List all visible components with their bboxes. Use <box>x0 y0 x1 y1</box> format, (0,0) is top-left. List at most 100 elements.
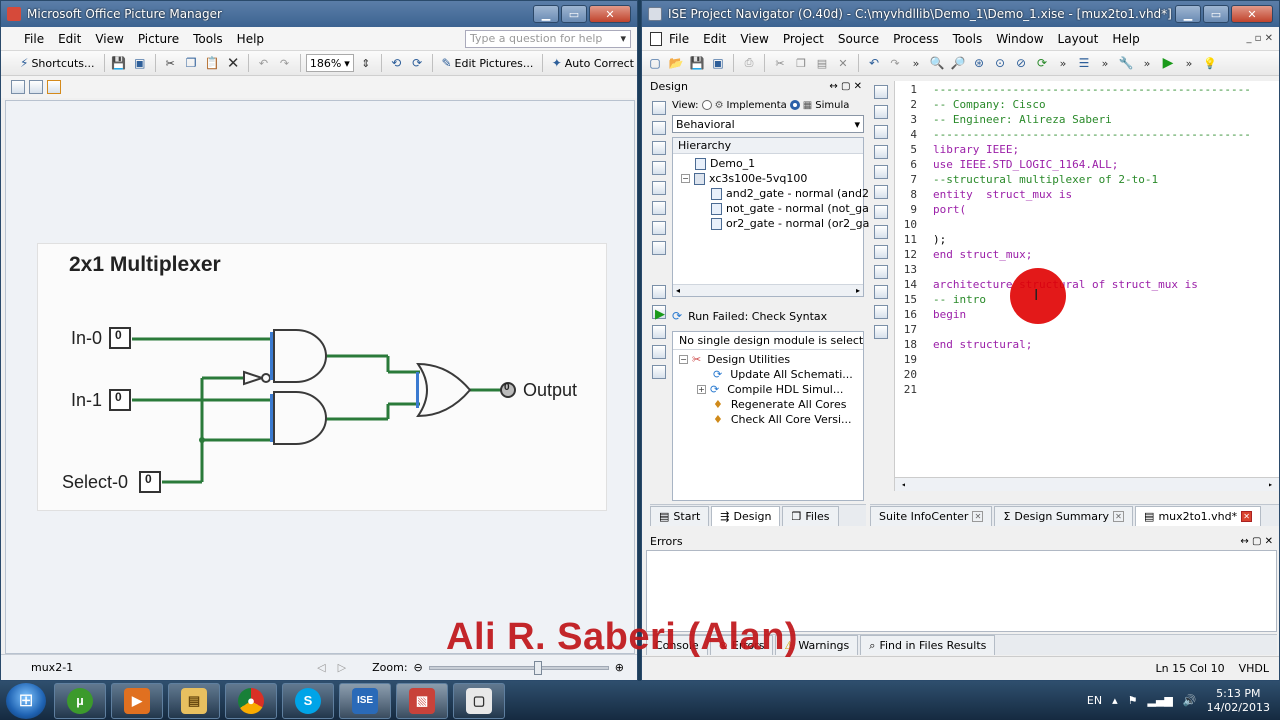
toolbar-overflow-icon[interactable]: » <box>1138 54 1156 72</box>
run-icon[interactable]: ▶ <box>1159 54 1177 72</box>
menu-item-source[interactable]: Source <box>831 32 886 46</box>
toolbar-overflow-icon[interactable]: » <box>1180 54 1198 72</box>
zoom-in-icon[interactable]: ⊕ <box>615 661 624 674</box>
radio-implementation[interactable] <box>701 100 712 110</box>
design-tool-icon[interactable] <box>652 141 666 155</box>
start-button[interactable]: ⊞ <box>6 682 46 719</box>
new-file-icon[interactable]: ▢ <box>646 54 664 72</box>
code-line[interactable]: 18 end structural; <box>895 337 1279 352</box>
design-tool-icon[interactable] <box>652 365 666 379</box>
tab-design-summary[interactable]: Σ Design Summary ✕ <box>994 506 1134 526</box>
design-tool-icon[interactable] <box>652 325 666 339</box>
close-tab-icon[interactable]: ✕ <box>1113 511 1125 522</box>
design-tool-icon[interactable] <box>652 121 666 135</box>
editor-tool-icon[interactable] <box>874 125 888 139</box>
thumbnail-view-icon[interactable] <box>11 80 25 94</box>
cut-icon[interactable]: ✂ <box>771 54 789 72</box>
taskbar-utorrent[interactable]: µ <box>54 682 106 719</box>
editor-tool-icon[interactable] <box>874 165 888 179</box>
copy-icon[interactable]: ❐ <box>182 54 200 72</box>
zoom-out-icon[interactable]: 🔎 <box>949 54 967 72</box>
menu-item-file[interactable]: File <box>662 32 696 46</box>
rotate-left-icon[interactable]: ⟲ <box>387 54 405 72</box>
next-picture-icon[interactable]: ▷ <box>338 661 346 674</box>
taskbar-explorer[interactable]: ▤ <box>168 682 220 719</box>
code-line[interactable]: 21 <box>895 382 1279 397</box>
tab-mux2to1[interactable]: ▤ mux2to1.vhd* ✕ <box>1135 506 1262 526</box>
code-editor[interactable]: 1 ---------------------------------------… <box>894 81 1279 491</box>
zoom-slider[interactable] <box>428 660 609 675</box>
menu-item-view[interactable]: View <box>733 32 775 46</box>
radio-simulation[interactable] <box>789 100 800 110</box>
code-line[interactable]: 16 begin <box>895 307 1279 322</box>
taskbar-media-player[interactable]: ▶ <box>111 682 163 719</box>
close-tab-icon[interactable]: ✕ <box>972 511 984 522</box>
tab-find-results[interactable]: ⌕ Find in Files Results <box>860 635 996 655</box>
editor-hscroll[interactable]: ◂ ▸ <box>895 477 1279 491</box>
design-tool-icon[interactable] <box>652 101 666 115</box>
code-line[interactable]: 2 -- Company: Cisco <box>895 97 1279 112</box>
editor-tool-icon[interactable] <box>874 225 888 239</box>
editor-tool-icon[interactable] <box>874 285 888 299</box>
tab-suite-infocenter[interactable]: Suite InfoCenter ✕ <box>870 506 993 526</box>
code-line[interactable]: 11); <box>895 232 1279 247</box>
filmstrip-view-icon[interactable] <box>29 80 43 94</box>
open-icon[interactable]: 📂 <box>667 54 685 72</box>
save-icon[interactable]: 💾 <box>110 54 128 72</box>
behavioral-select[interactable]: Behavioral ▾ <box>672 115 864 133</box>
code-line[interactable]: 3 -- Engineer: Alireza Saberi <box>895 112 1279 127</box>
menu-item-layout[interactable]: Layout <box>1051 32 1106 46</box>
redo-icon[interactable]: ↷ <box>276 54 294 72</box>
zoom-slider-thumb[interactable] <box>533 660 542 675</box>
menu-item-view[interactable]: View <box>88 32 130 46</box>
save-icon[interactable]: 💾 <box>688 54 706 72</box>
toolbar-overflow-icon[interactable]: » <box>1096 54 1114 72</box>
toolbar-overflow-icon[interactable]: » <box>907 54 925 72</box>
menu-item-window[interactable]: Window <box>989 32 1050 46</box>
save-all-icon[interactable]: ▣ <box>709 54 727 72</box>
menu-item-process[interactable]: Process <box>886 32 946 46</box>
editor-tool-icon[interactable] <box>874 105 888 119</box>
design-tool-icon[interactable] <box>652 161 666 175</box>
design-tool-icon[interactable] <box>652 181 666 195</box>
code-line[interactable]: 15 -- intro <box>895 292 1279 307</box>
panel-controls[interactable]: ↔ ▢ ✕ <box>829 81 862 92</box>
menu-item-help[interactable]: Help <box>230 32 271 46</box>
paste-icon[interactable]: 📋 <box>203 54 221 72</box>
cut-icon[interactable]: ✂ <box>161 54 179 72</box>
volume-icon[interactable]: 🔊 <box>1183 694 1197 707</box>
close-tab-icon[interactable]: ✕ <box>1241 511 1253 522</box>
code-line[interactable]: 7 --structural multiplexer of 2-to-1 <box>895 172 1279 187</box>
tree-item-demo[interactable]: Demo_1 <box>681 156 863 171</box>
view-simulation-label[interactable]: Simula <box>815 100 849 111</box>
mdi-controls[interactable]: _ ▫ ✕ <box>1246 33 1273 44</box>
editor-tool-icon[interactable] <box>874 145 888 159</box>
auto-correct-button[interactable]: ✦ Auto Correct <box>549 56 637 70</box>
print-icon[interactable]: ⎙ <box>740 54 758 72</box>
tab-design[interactable]: ⇶ Design <box>711 506 781 526</box>
design-tool-icon[interactable] <box>652 201 666 215</box>
code-line[interactable]: 8 entity struct_mux is <box>895 187 1279 202</box>
wrench-icon[interactable]: 🔧 <box>1117 54 1135 72</box>
minimize-button[interactable]: ▁ <box>1175 5 1201 23</box>
minimize-button[interactable]: ▁ <box>533 5 559 23</box>
design-tool-icon[interactable] <box>652 285 666 299</box>
ask-question-input[interactable]: Type a question for help ▾ <box>465 29 631 48</box>
menu-item-file[interactable]: File <box>17 32 51 46</box>
code-line[interactable]: 14 architecture structural of struct_mux … <box>895 277 1279 292</box>
collapse-icon[interactable]: − <box>679 355 688 364</box>
menu-item-tools[interactable]: Tools <box>946 32 990 46</box>
tree-item-not[interactable]: not_gate - normal (not_ga <box>681 201 869 216</box>
expand-icon[interactable]: + <box>697 385 706 394</box>
panel-controls[interactable]: ↔ ▢ ✕ <box>1240 536 1273 547</box>
single-picture-view-icon[interactable] <box>47 80 61 94</box>
toolbar-overflow-icon[interactable]: » <box>1054 54 1072 72</box>
shortcuts-button[interactable]: ⚡ Shortcuts... <box>17 56 98 70</box>
code-line[interactable]: 17 <box>895 322 1279 337</box>
menu-item-project[interactable]: Project <box>776 32 831 46</box>
code-line[interactable]: 20 <box>895 367 1279 382</box>
copy-icon[interactable]: ❐ <box>792 54 810 72</box>
redo-icon[interactable]: ↷ <box>886 54 904 72</box>
tree-item-or2[interactable]: or2_gate - normal (or2_ga <box>681 216 869 231</box>
undo-icon[interactable]: ↶ <box>865 54 883 72</box>
